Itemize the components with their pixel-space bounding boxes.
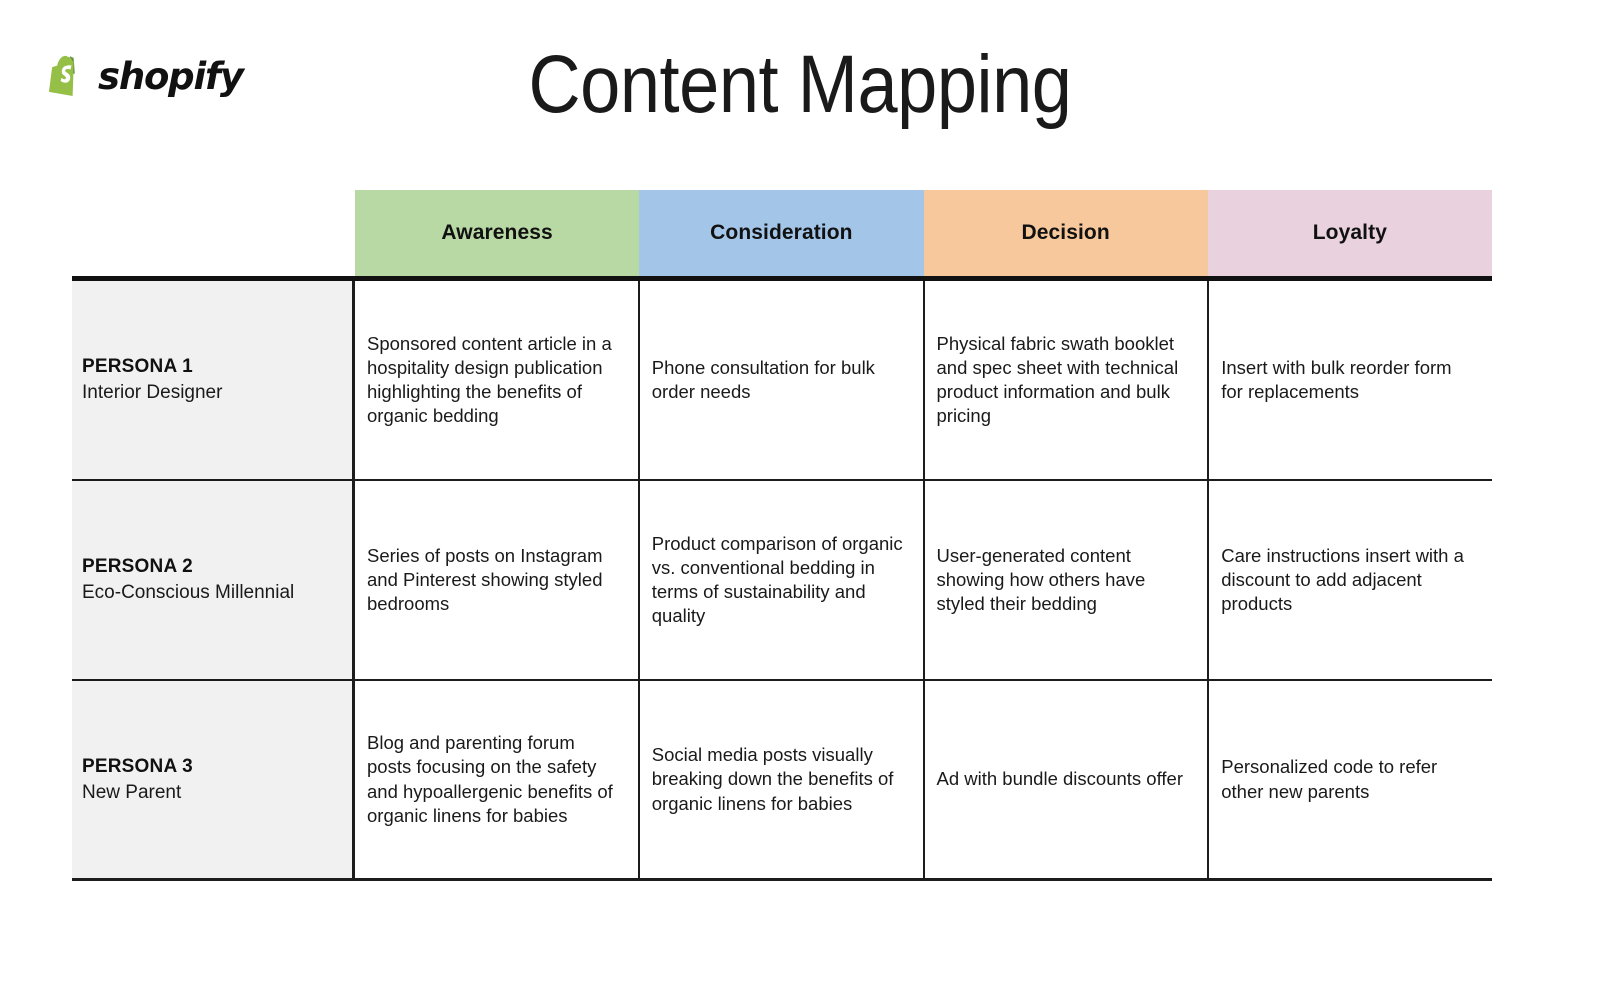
- persona-subtitle: New Parent: [82, 781, 182, 803]
- cell-consideration: Phone consultation for bulk order needs: [639, 281, 925, 479]
- cell-text: Phone consultation for bulk order needs: [651, 356, 875, 402]
- table-row: PERSONA 2 Eco-Conscious Millennial Serie…: [72, 481, 1492, 681]
- content-mapping-matrix: Awareness Consideration Decision Loyalty…: [72, 190, 1492, 881]
- cell-text: Ad with bundle discounts offer: [936, 768, 1183, 790]
- cell-awareness: Blog and parenting forum posts focusing …: [355, 681, 640, 878]
- persona-title: PERSONA 1: [82, 356, 193, 378]
- page-title: Content Mapping: [528, 39, 1072, 130]
- persona-title: PERSONA 3: [82, 755, 193, 777]
- persona-subtitle: Interior Designer: [82, 382, 223, 403]
- persona-cell: PERSONA 2 Eco-Conscious Millennial: [72, 481, 355, 679]
- cell-text: Personalized code to refer other new par…: [1221, 756, 1438, 802]
- cell-awareness: Sponsored content article in a hospitali…: [355, 281, 640, 479]
- cell-loyalty: Care instructions insert with a discount…: [1209, 481, 1492, 679]
- stage-header-awareness: Awareness: [355, 190, 640, 276]
- cell-consideration: Social media posts visually breaking dow…: [639, 681, 925, 878]
- cell-text: User-generated content showing how other…: [936, 544, 1146, 615]
- cell-text: Sponsored content article in a hospitali…: [367, 332, 612, 427]
- cell-awareness: Series of posts on Instagram and Pintere…: [355, 481, 640, 679]
- cell-loyalty: Personalized code to refer other new par…: [1209, 681, 1492, 878]
- table-row: PERSONA 3 New Parent Blog and parenting …: [72, 681, 1492, 881]
- cell-consideration: Product comparison of organic vs. conven…: [639, 481, 925, 679]
- persona-subtitle: Eco-Conscious Millennial: [82, 582, 295, 603]
- cell-text: Product comparison of organic vs. conven…: [651, 532, 903, 627]
- persona-cell: PERSONA 1 Interior Designer: [72, 281, 355, 479]
- cell-text: Blog and parenting forum posts focusing …: [367, 732, 613, 826]
- cell-text: Insert with bulk reorder form for replac…: [1221, 356, 1452, 402]
- slide-canvas: shopify Content Mapping Awareness Consid…: [0, 0, 1600, 1000]
- cell-decision: Ad with bundle discounts offer: [924, 681, 1210, 878]
- stage-header-loyalty: Loyalty: [1207, 190, 1492, 276]
- persona-cell: PERSONA 3 New Parent: [72, 681, 355, 878]
- cell-decision: User-generated content showing how other…: [924, 481, 1210, 679]
- stage-header-decision: Decision: [923, 190, 1208, 276]
- cell-text: Series of posts on Instagram and Pintere…: [367, 544, 603, 615]
- matrix-corner-cell: [72, 190, 355, 276]
- stage-header-consideration: Consideration: [639, 190, 924, 276]
- cell-text: Physical fabric swath booklet and spec s…: [936, 332, 1179, 427]
- cell-decision: Physical fabric swath booklet and spec s…: [924, 281, 1210, 479]
- table-row: PERSONA 1 Interior Designer Sponsored co…: [72, 281, 1492, 481]
- cell-loyalty: Insert with bulk reorder form for replac…: [1209, 281, 1492, 479]
- cell-text: Care instructions insert with a discount…: [1221, 544, 1464, 615]
- matrix-body: PERSONA 1 Interior Designer Sponsored co…: [72, 281, 1492, 881]
- persona-title: PERSONA 2: [82, 556, 193, 578]
- shopify-bag-icon: [49, 55, 75, 96]
- cell-text: Social media posts visually breaking dow…: [651, 744, 894, 814]
- matrix-header-row: Awareness Consideration Decision Loyalty: [72, 190, 1492, 276]
